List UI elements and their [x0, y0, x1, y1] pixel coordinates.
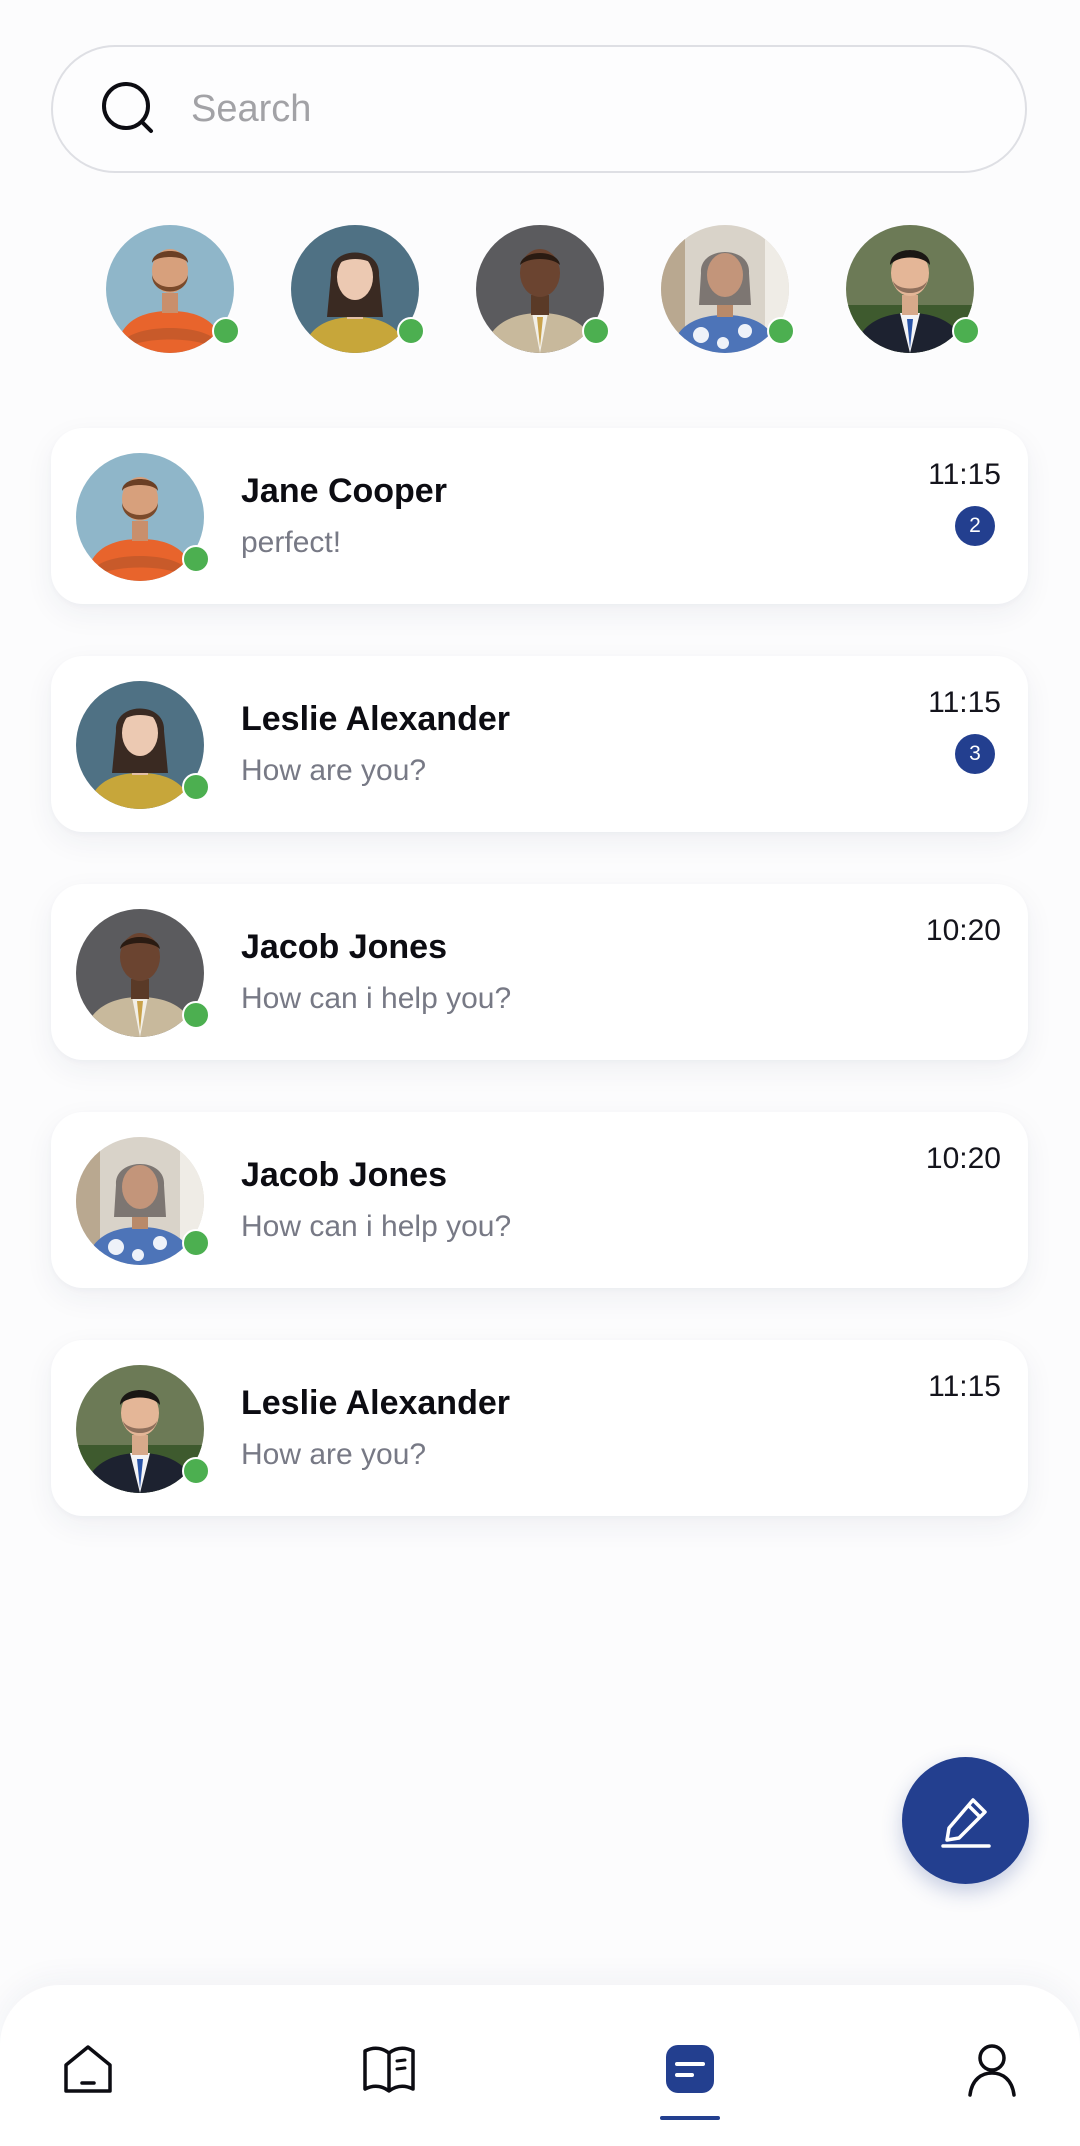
- chat-contact-name: Leslie Alexander: [241, 700, 510, 738]
- active-tab-indicator: [660, 2116, 720, 2120]
- avatar: [476, 225, 610, 353]
- chat-item[interactable]: Jacob Jones How can i help you? 10:20: [51, 884, 1028, 1060]
- search-icon: [99, 79, 159, 139]
- chat-last-message: How can i help you?: [241, 1210, 512, 1243]
- chat-last-message: How can i help you?: [241, 982, 512, 1015]
- nav-messages[interactable]: [658, 2037, 722, 2101]
- story-avatar[interactable]: [476, 225, 610, 353]
- online-status-dot: [182, 1457, 210, 1485]
- avatar: [76, 1137, 210, 1265]
- chat-contact-name: Jacob Jones: [241, 1156, 447, 1194]
- chat-time: 10:20: [925, 1142, 1001, 1175]
- chat-contact-name: Jacob Jones: [241, 928, 447, 966]
- avatar: [76, 1365, 210, 1493]
- avatar: [106, 225, 240, 353]
- chat-list: Jane Cooper perfect! 11:15 2 Leslie Alex…: [51, 428, 1028, 1568]
- online-status-dot: [952, 317, 980, 345]
- online-status-dot: [182, 773, 210, 801]
- chat-icon: [666, 2045, 714, 2093]
- book-icon: [363, 2046, 415, 2093]
- chat-time: 10:20: [925, 914, 1001, 947]
- online-status-dot: [182, 1229, 210, 1257]
- online-status-dot: [182, 545, 210, 573]
- story-avatar[interactable]: [661, 225, 795, 353]
- avatar: [76, 681, 210, 809]
- story-avatar[interactable]: [291, 225, 425, 353]
- chat-time: 11:15: [928, 458, 1001, 491]
- online-status-dot: [582, 317, 610, 345]
- chat-item[interactable]: Leslie Alexander How are you? 11:15: [51, 1340, 1028, 1516]
- online-status-dot: [397, 317, 425, 345]
- nav-library[interactable]: [357, 2037, 421, 2101]
- chat-item[interactable]: Leslie Alexander How are you? 11:15 3: [51, 656, 1028, 832]
- profile-icon: [968, 2044, 1016, 2097]
- chat-item[interactable]: Jacob Jones How can i help you? 10:20: [51, 1112, 1028, 1288]
- avatar: [661, 225, 795, 353]
- online-contacts-row: [0, 225, 1080, 355]
- nav-home[interactable]: [56, 2037, 120, 2101]
- chat-last-message: How are you?: [241, 1438, 427, 1471]
- online-status-dot: [212, 317, 240, 345]
- story-avatar[interactable]: [106, 225, 240, 353]
- chat-item[interactable]: Jane Cooper perfect! 11:15 2: [51, 428, 1028, 604]
- avatar: [846, 225, 980, 353]
- bottom-navigation: [0, 1985, 1080, 2146]
- story-avatar[interactable]: [846, 225, 980, 353]
- unread-count-badge: 2: [955, 506, 995, 546]
- chat-last-message: How are you?: [241, 754, 427, 787]
- avatar: [76, 909, 210, 1037]
- chat-last-message: perfect!: [241, 526, 342, 559]
- pencil-icon: [940, 1797, 991, 1848]
- avatar: [291, 225, 425, 353]
- online-status-dot: [767, 317, 795, 345]
- home-icon: [64, 2045, 112, 2093]
- chat-time: 11:15: [928, 1370, 1001, 1403]
- chat-contact-name: Leslie Alexander: [241, 1384, 510, 1422]
- search-bar[interactable]: [51, 45, 1027, 173]
- unread-count-badge: 3: [955, 734, 995, 774]
- search-input[interactable]: [189, 86, 973, 132]
- online-status-dot: [182, 1001, 210, 1029]
- new-message-button[interactable]: [902, 1757, 1029, 1884]
- nav-profile[interactable]: [960, 2037, 1024, 2101]
- avatar: [76, 453, 210, 581]
- chat-time: 11:15: [928, 686, 1001, 719]
- chat-contact-name: Jane Cooper: [241, 472, 447, 510]
